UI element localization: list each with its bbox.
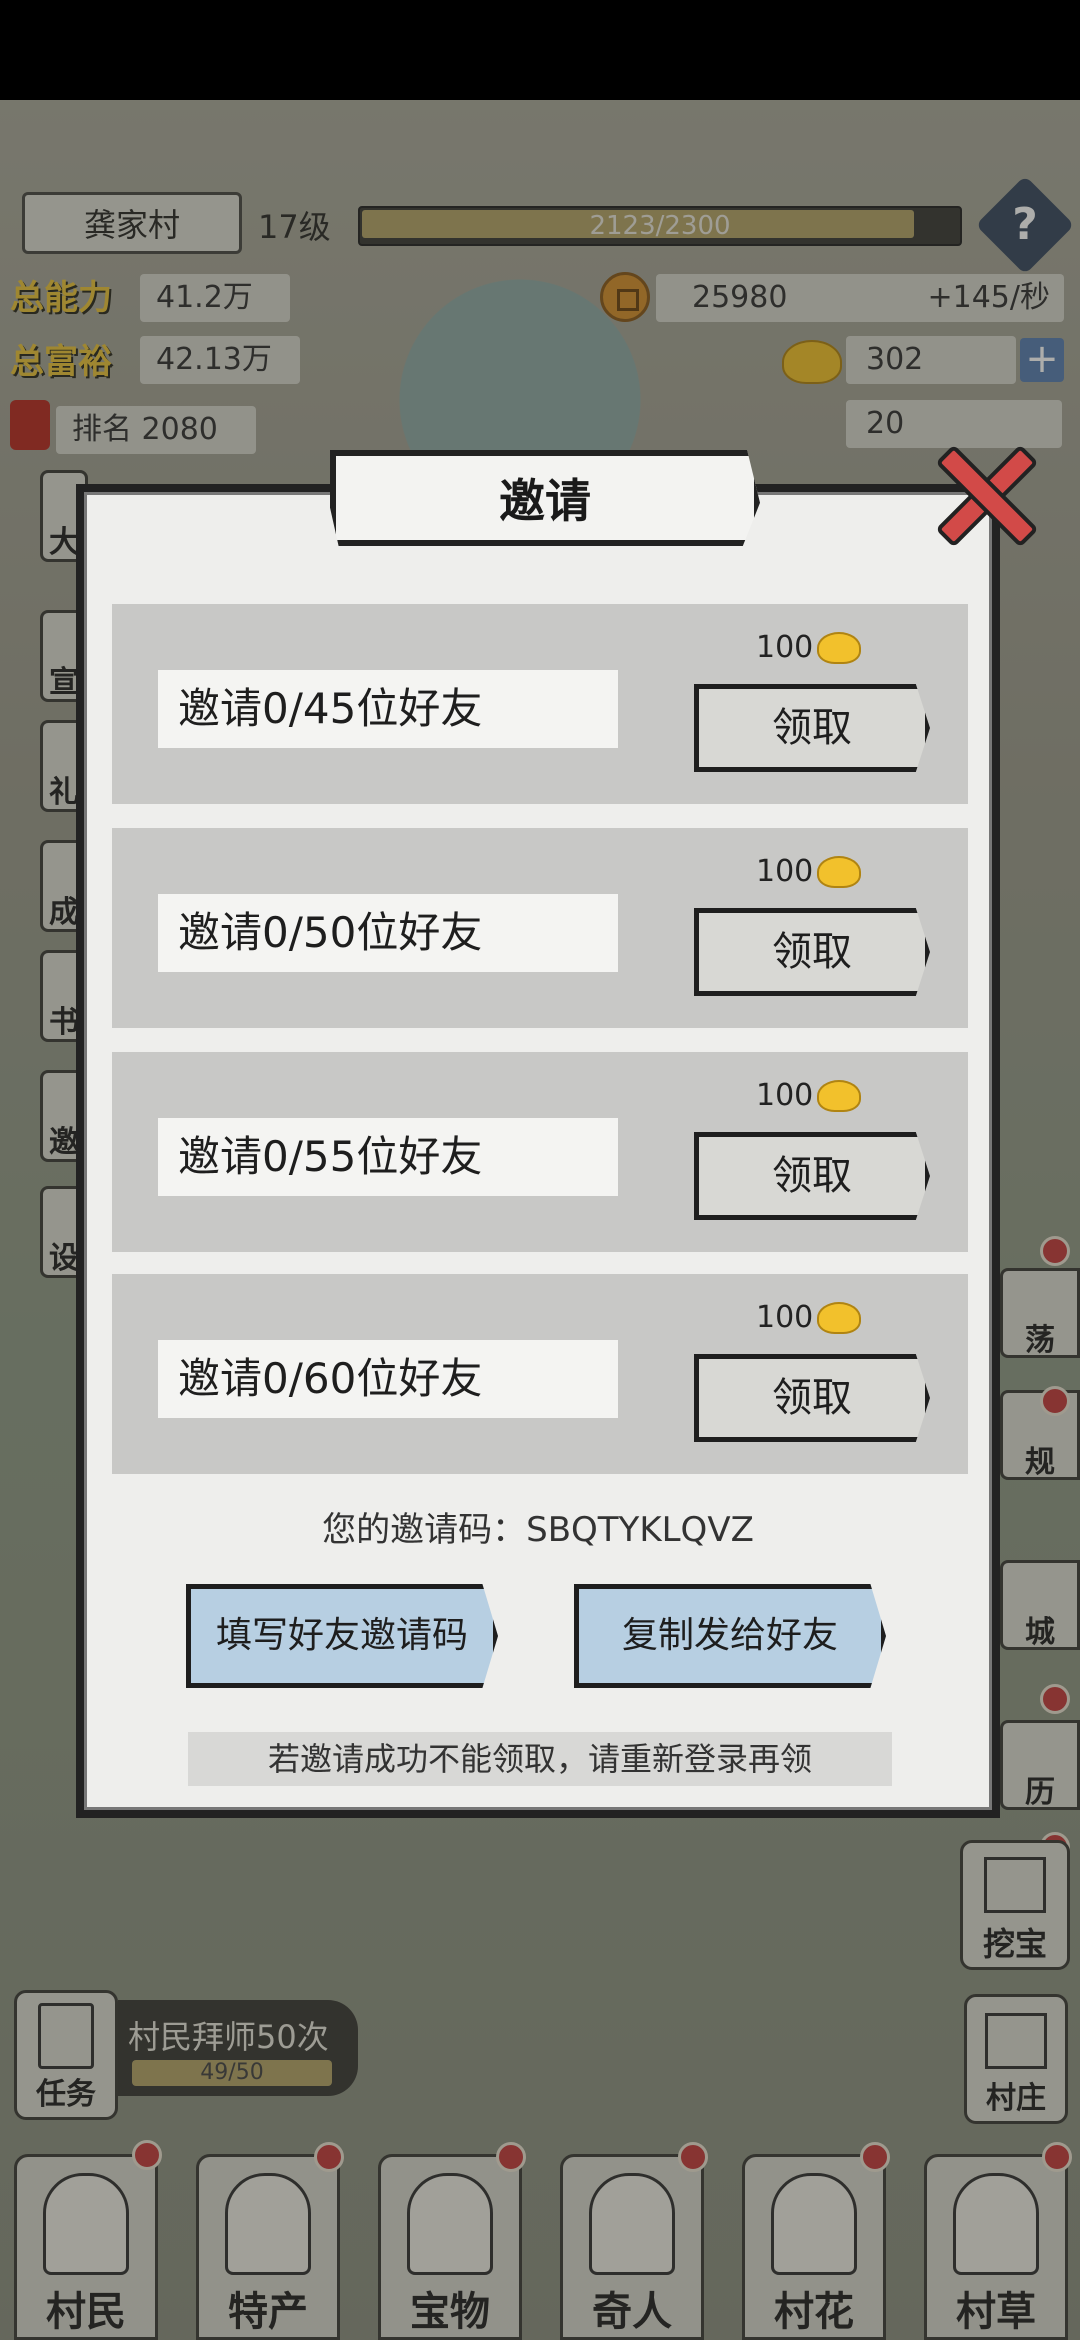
invite-progress-label: 邀请0/55位好友 <box>158 1118 618 1196</box>
reward-amount: 100 <box>756 630 814 665</box>
invite-row: 100 邀请0/60位好友 领取 <box>112 1274 968 1474</box>
invite-row: 100 邀请0/45位好友 领取 <box>112 604 968 804</box>
gold-ingot-icon <box>817 631 862 664</box>
invite-progress-label: 邀请0/45位好友 <box>158 670 618 748</box>
reward: 100 <box>756 1078 862 1113</box>
dialog-title: 邀请 <box>499 474 591 528</box>
claim-button[interactable]: 领取 <box>694 908 930 996</box>
close-icon[interactable] <box>924 440 1044 550</box>
claim-button[interactable]: 领取 <box>694 1132 930 1220</box>
reward: 100 <box>756 854 862 889</box>
invite-code-text: 您的邀请码：SBQTYKLQVZ <box>322 1510 754 1550</box>
reward-amount: 100 <box>756 1300 814 1335</box>
fill-invite-code-button[interactable]: 填写好友邀请码 <box>186 1584 498 1688</box>
claim-button[interactable]: 领取 <box>694 1354 930 1442</box>
invite-progress-label: 邀请0/60位好友 <box>158 1340 618 1418</box>
notice-text: 若邀请成功不能领取，请重新登录再领 <box>188 1732 892 1786</box>
invite-row: 100 邀请0/50位好友 领取 <box>112 828 968 1028</box>
gold-ingot-icon <box>817 1079 862 1112</box>
gold-ingot-icon <box>817 1301 862 1334</box>
reward: 100 <box>756 630 862 665</box>
copy-to-friend-button[interactable]: 复制发给好友 <box>574 1584 886 1688</box>
status-bar <box>0 0 1080 100</box>
dialog-title-tab: 邀请 <box>330 450 760 546</box>
gold-ingot-icon <box>817 855 862 888</box>
invite-row: 100 邀请0/55位好友 领取 <box>112 1052 968 1252</box>
claim-button[interactable]: 领取 <box>694 684 930 772</box>
reward-amount: 100 <box>756 854 814 889</box>
reward-amount: 100 <box>756 1078 814 1113</box>
invite-progress-label: 邀请0/50位好友 <box>158 894 618 972</box>
reward: 100 <box>756 1300 862 1335</box>
